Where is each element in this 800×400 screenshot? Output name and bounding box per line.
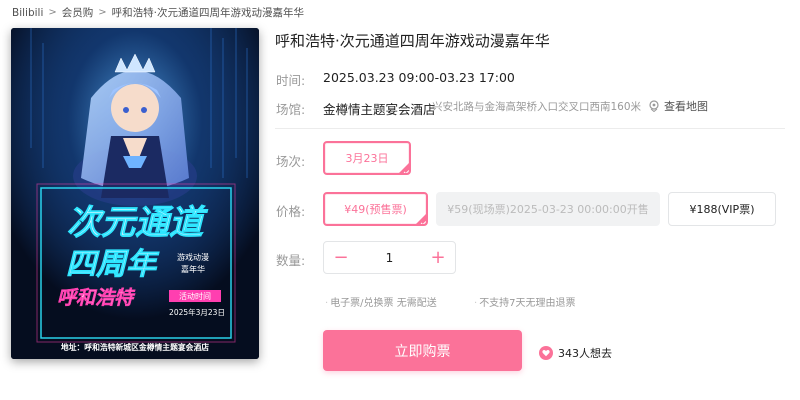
poster-side-text-2: 嘉年华 [181,264,205,274]
section-divider [275,128,785,129]
note-e-ticket-text: 电子票/兑换票 无需配送 [330,298,437,309]
want-to-go-button[interactable]: 343人想去 [539,345,612,361]
session-label: 场次: [276,154,306,169]
venue-label: 场馆: [276,102,306,117]
price-label: 价格: [276,204,306,219]
time-value: 2025.03.23 09:00-03.23 17:00 [323,70,515,85]
poster-title-line2: 四周年 [66,247,160,282]
price-option-label: ¥188(VIP票) [689,203,755,216]
price-option-label: ¥49(预售票) [344,203,407,216]
selected-check-icon [398,162,409,173]
breadcrumb-separator: > [98,7,107,18]
price-option-onsite[interactable]: ¥59(现场票)2025-03-23 00:00:00开售 [436,192,660,226]
session-option-label: 3月23日 [345,152,389,165]
breadcrumb-separator: > [48,7,57,18]
breadcrumb-home[interactable]: Bilibili [12,7,43,19]
view-map-label: 查看地图 [664,100,708,113]
quantity-increase-button[interactable]: + [421,242,455,273]
poster-title-line3: 呼和浩特 [57,287,136,309]
session-option-0323[interactable]: 3月23日 [323,141,411,175]
note-no-refund: · 不支持7天无理由退票 [474,294,576,309]
time-label: 时间: [276,73,306,88]
poster-event-date: 2025年3月23日 [169,307,225,317]
selected-check-icon [415,213,426,224]
quantity-label: 数量: [276,253,306,268]
note-no-refund-text: 不支持7天无理由退票 [479,298,576,309]
breadcrumb-section[interactable]: 会员购 [62,5,94,20]
map-pin-icon [649,100,659,112]
view-map-link[interactable]: 查看地图 [648,98,708,114]
bullet-icon: · [325,298,329,309]
poster-artwork: 次元通道 四周年 游戏动漫 嘉年华 呼和浩特 活动时间 2025年3月23日 地… [11,28,259,359]
heart-icon [539,346,553,360]
quantity-stepper: − 1 + [323,241,456,274]
venue-name: 金樽情主题宴会酒店 [323,102,436,117]
price-option-presale[interactable]: ¥49(预售票) [323,192,428,226]
venue-address: 兴安北路与金海高架桥入口交叉口西南160米 [432,101,642,113]
quantity-value[interactable]: 1 [358,251,421,265]
poster-address: 地址：呼和浩特新城区金樽情主题宴会酒店 [61,342,209,352]
breadcrumb: Bilibili > 会员购 > 呼和浩特·次元通道四周年游戏动漫嘉年华 [12,5,304,20]
poster-event-time-label: 活动时间 [179,291,211,301]
bullet-icon: · [474,298,478,309]
buy-now-button[interactable]: 立即购票 [323,330,522,371]
want-count: 343人想去 [558,347,612,360]
poster-title-line1: 次元通道 [67,203,208,243]
price-option-vip[interactable]: ¥188(VIP票) [668,192,776,226]
event-poster: 次元通道 四周年 游戏动漫 嘉年华 呼和浩特 活动时间 2025年3月23日 地… [11,28,259,359]
event-title: 呼和浩特·次元通道四周年游戏动漫嘉年华 [275,32,550,50]
quantity-decrease-button[interactable]: − [324,242,358,273]
poster-side-text-1: 游戏动漫 [177,252,209,262]
note-e-ticket: · 电子票/兑换票 无需配送 [325,294,437,309]
breadcrumb-current: 呼和浩特·次元通道四周年游戏动漫嘉年华 [111,7,304,19]
price-option-label: ¥59(现场票)2025-03-23 00:00:00开售 [447,203,649,216]
